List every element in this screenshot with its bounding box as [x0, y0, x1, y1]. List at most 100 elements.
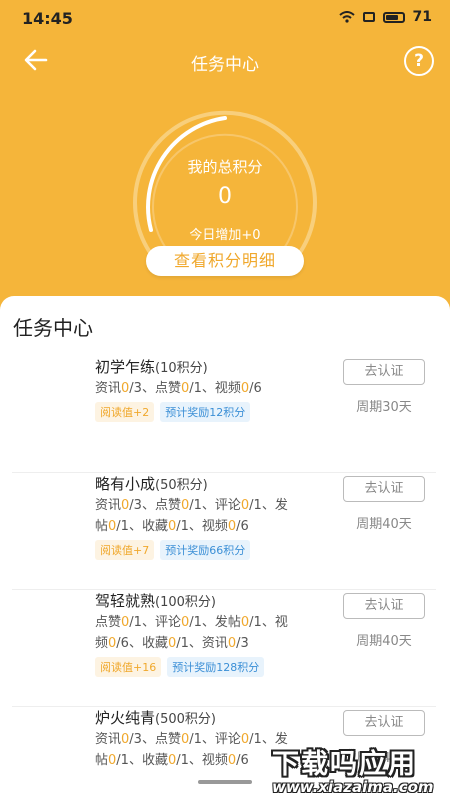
score-circle: 我的总积分 0 今日增加+0 [125, 108, 325, 308]
task-title: 炉火纯青 [95, 709, 156, 727]
task-name: 炉火纯青(500积分) [95, 707, 216, 728]
task-title: 驾轻就熟 [95, 592, 156, 610]
task-tags: 阅读值+7 预计奖励66积分 [95, 540, 251, 560]
panel-title: 任务中心 [13, 312, 93, 341]
task-tags: 阅读值+2 预计奖励12积分 [95, 402, 251, 422]
requirement-text: /1、视频 [176, 753, 228, 768]
task-row: 初学乍练(10积分) 资讯0/3、点赞0/1、视频0/6 阅读值+2 预计奖励12积分… [12, 356, 436, 473]
task-title: 略有小成 [95, 475, 156, 493]
task-name: 略有小成(50积分) [95, 473, 208, 494]
view-points-detail-button[interactable]: 查看积分明细 [146, 246, 304, 276]
requirement-text: /1、视频 [176, 519, 228, 534]
requirement-text: 频 [95, 636, 109, 651]
task-name: 初学乍练(10积分) [95, 356, 208, 377]
task-points: (100积分) [155, 595, 216, 610]
requirement-text: /6 [249, 381, 262, 396]
task-period: 周期40天 [356, 517, 412, 532]
reward-tag: 预计奖励66积分 [160, 540, 251, 560]
requirement-text: 资讯 [95, 498, 122, 513]
task-requirements: 资讯0/3、点赞0/1、评论0/1、发 帖0/1、收藏0/1、视频0/6 [95, 495, 327, 537]
progress-count: 0 [167, 753, 177, 768]
progress-count: 0 [240, 498, 250, 513]
task-requirement-line: 资讯0/3、点赞0/1、评论0/1、发 [95, 495, 327, 516]
task-requirements: 点赞0/1、评论0/1、发帖0/1、视 频0/6、收藏0/1、资讯0/3 [95, 612, 327, 654]
home-indicator[interactable] [198, 780, 252, 784]
task-title: 初学乍练 [95, 358, 156, 376]
requirement-text: /1、收藏 [116, 753, 168, 768]
question-circle-icon[interactable]: ? [404, 46, 434, 76]
task-points: (500积分) [155, 712, 216, 727]
progress-count: 0 [240, 615, 250, 630]
task-tags: 阅读值+16 预计奖励128积分 [95, 657, 265, 677]
requirement-text: /1、视 [249, 615, 288, 630]
task-requirement-line: 资讯0/3、点赞0/1、视频0/6 [95, 378, 327, 399]
task-points: (10积分) [155, 361, 208, 376]
reward-tag: 预计奖励128积分 [167, 657, 265, 677]
requirement-text: /3、点赞 [129, 498, 181, 513]
read-value-tag: 阅读值+7 [95, 540, 155, 560]
task-row: 驾轻就熟(100积分) 点赞0/1、评论0/1、发帖0/1、视 频0/6、收藏0/1… [12, 590, 436, 707]
verify-button[interactable]: 去认证 [343, 593, 425, 619]
task-name: 驾轻就熟(100积分) [95, 590, 216, 611]
task-points: (50积分) [155, 478, 208, 493]
panel-title-text: 任务中心 [13, 316, 93, 340]
requirement-text: /1、评论 [189, 498, 241, 513]
verify-button[interactable]: 去认证 [343, 476, 425, 502]
requirement-text: /6、收藏 [116, 636, 168, 651]
read-value-tag: 阅读值+16 [95, 657, 162, 677]
progress-count: 0 [227, 753, 237, 768]
requirement-text: /1、评论 [129, 615, 181, 630]
requirement-text: /1、收藏 [116, 519, 168, 534]
verify-button[interactable]: 去认证 [343, 359, 425, 385]
progress-count: 0 [180, 498, 190, 513]
progress-count: 0 [180, 381, 190, 396]
requirement-text: /1、资讯 [176, 636, 228, 651]
page-title: 任务中心 [191, 55, 259, 75]
task-requirements: 资讯0/3、点赞0/1、视频0/6 [95, 378, 327, 399]
task-requirement-line: 频0/6、收藏0/1、资讯0/3 [95, 633, 327, 654]
task-period: 周期40天 [356, 634, 412, 649]
requirement-text: /1、发帖 [189, 615, 241, 630]
battery-icon [382, 11, 405, 23]
requirement-text: /3、点赞 [129, 732, 181, 747]
status-time: 14:45 [22, 9, 73, 28]
requirement-text: /6 [236, 519, 249, 534]
requirement-text: /1、评论 [189, 732, 241, 747]
progress-count: 0 [227, 519, 237, 534]
requirement-text: 点赞 [95, 615, 122, 630]
reward-tag: 预计奖励12积分 [160, 402, 251, 422]
verify-button[interactable]: 去认证 [343, 710, 425, 736]
requirement-text: /3 [236, 636, 249, 651]
score-value: 0 [218, 184, 232, 209]
status-bar: 14:45 71 [0, 0, 450, 36]
task-period: 周期30天 [356, 400, 412, 415]
requirement-text: /1、发 [249, 498, 288, 513]
score-today: 今日增加+0 [189, 228, 261, 243]
requirement-text: 资讯 [95, 732, 122, 747]
watermark-sub: www.xiazaima.com [272, 778, 434, 796]
progress-count: 0 [167, 636, 177, 651]
score-label: 我的总积分 [187, 158, 263, 176]
requirement-text: /1、视频 [189, 381, 241, 396]
progress-count: 0 [167, 519, 177, 534]
task-row: 略有小成(50积分) 资讯0/3、点赞0/1、评论0/1、发 帖0/1、收藏0/1、… [12, 473, 436, 590]
watermark-main: 下载吗应用 [272, 749, 417, 780]
sim-icon [362, 12, 375, 22]
task-panel: 任务中心 初学乍练(10积分) 资讯0/3、点赞0/1、视频0/6 阅读值+2 预计奖… [0, 296, 450, 800]
progress-count: 0 [240, 732, 250, 747]
requirement-text: 帖 [95, 753, 109, 768]
progress-count: 0 [240, 381, 250, 396]
app-header: 任务中心 ? [0, 36, 450, 86]
progress-count: 0 [180, 732, 190, 747]
task-requirement-line: 点赞0/1、评论0/1、发帖0/1、视 [95, 612, 327, 633]
progress-count: 0 [227, 636, 237, 651]
requirement-text: /6 [236, 753, 249, 768]
read-value-tag: 阅读值+2 [95, 402, 155, 422]
status-icons: 71 [338, 9, 432, 25]
requirement-text: 资讯 [95, 381, 122, 396]
requirement-text: 帖 [95, 519, 109, 534]
progress-count: 0 [180, 615, 190, 630]
requirement-text: /3、点赞 [129, 381, 181, 396]
task-requirement-line: 帖0/1、收藏0/1、视频0/6 [95, 516, 327, 537]
watermark-logo: 下载吗应用 www.xiazaima.com [272, 742, 446, 798]
